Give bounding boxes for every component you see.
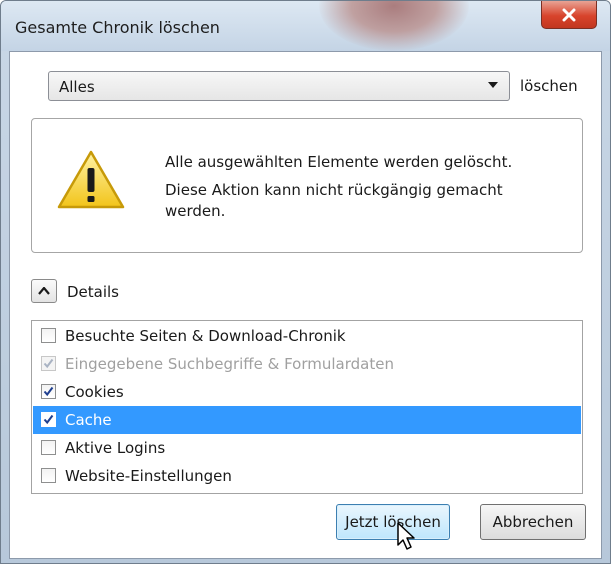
window-title: Gesamte Chronik löschen [15,18,220,37]
warning-irreversible-note: Diese Aktion kann nicht rückgängig gemac… [165,181,503,220]
checkbox[interactable] [41,440,56,455]
chevron-down-icon [488,82,498,88]
mouse-cursor-icon [397,522,415,550]
checkbox-checked [41,356,56,371]
checkbox-checked[interactable] [41,412,56,427]
list-item-label: Eingegebene Suchbegriffe & Formulardaten [65,355,394,373]
list-item-label: Cookies [65,383,124,401]
details-toggle-button[interactable] [31,279,57,303]
title-bar-background-glow [319,1,469,51]
list-item-label: Besuchte Seiten & Download-Chronik [65,327,346,345]
close-icon [562,8,576,21]
close-button[interactable] [541,1,597,29]
list-item-label: Cache [65,411,112,429]
cancel-button[interactable]: Abbrechen [480,504,586,540]
list-item-label: Website-Einstellungen [65,467,232,485]
list-item[interactable]: Besuchte Seiten & Download-Chronik [33,322,581,350]
title-bar[interactable]: Gesamte Chronik löschen [1,1,610,51]
list-item[interactable]: Website-Einstellungen [33,462,581,490]
checkmark-icon [43,414,54,425]
time-range-suffix-label: löschen [520,77,578,95]
checkbox-checked[interactable] [41,384,56,399]
warning-message: Alle ausgewählten Elemente werden gelösc… [165,153,513,171]
list-item-label: Aktive Logins [65,439,166,457]
warning-icon [57,150,125,209]
time-range-dropdown[interactable]: Alles [48,71,510,101]
checkbox[interactable] [41,328,56,343]
time-range-value: Alles [59,78,95,96]
list-item[interactable]: Aktive Logins [33,434,581,462]
checkmark-icon [43,386,54,397]
chevron-up-icon [38,287,50,295]
details-label[interactable]: Details [67,283,119,301]
dialog-window: Gesamte Chronik löschen Alles löschen Al… [0,0,611,564]
list-item: Eingegebene Suchbegriffe & Formulardaten [33,350,581,378]
checkmark-icon [43,358,54,369]
list-item[interactable]: Cookies [33,378,581,406]
dialog-content: Alles löschen Alle ausgewählten Elemente… [9,51,602,559]
history-items-list: Besuchte Seiten & Download-Chronik Eingeg… [31,320,583,494]
list-item[interactable]: Cache [33,406,581,434]
clear-now-button[interactable]: Jetzt löschen [336,504,450,540]
checkbox[interactable] [41,468,56,483]
warning-box: Alle ausgewählten Elemente werden gelösc… [31,118,583,253]
